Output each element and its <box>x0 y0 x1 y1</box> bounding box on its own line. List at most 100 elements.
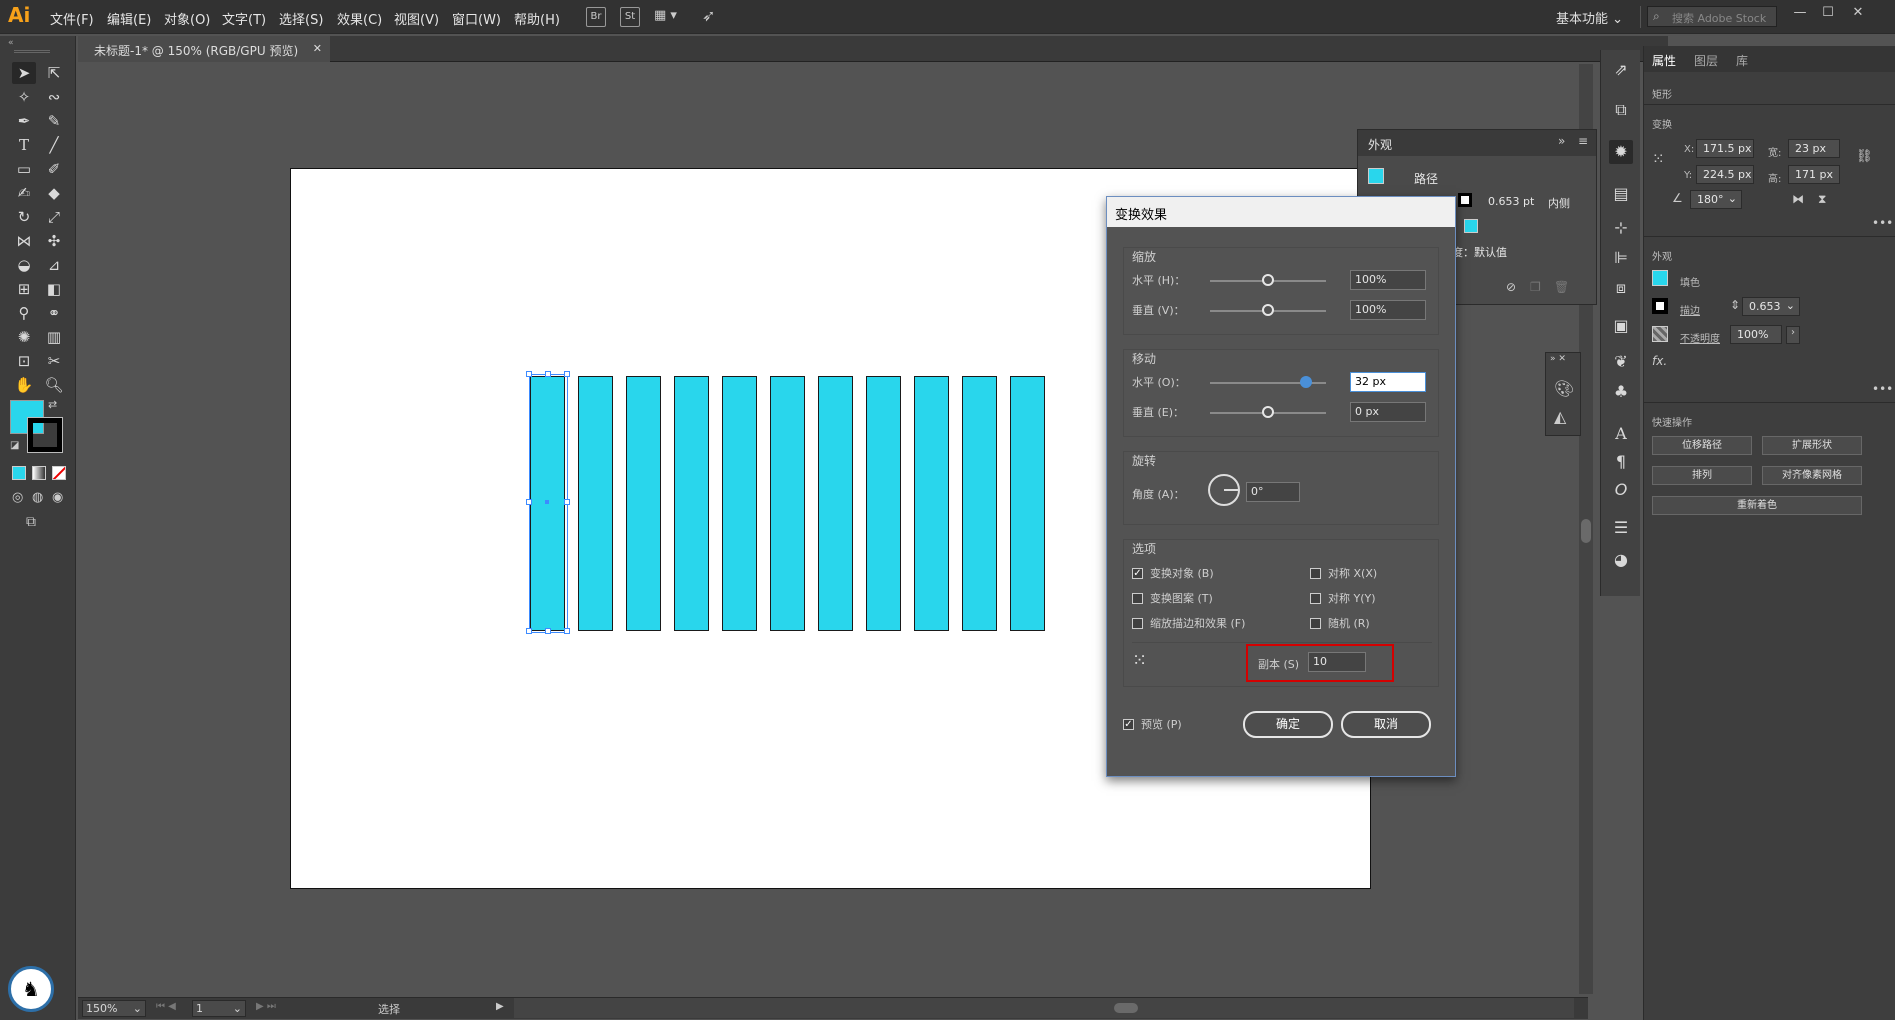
fill-swatch[interactable] <box>1464 219 1478 233</box>
scale-h-field[interactable]: 100% <box>1350 270 1426 290</box>
tab-properties[interactable]: 属性 <box>1652 52 1676 69</box>
angle-dial[interactable] <box>1208 474 1240 506</box>
expand-shape-button[interactable]: 扩展形状 <box>1762 436 1862 455</box>
tab-libraries[interactable]: 库 <box>1736 52 1748 69</box>
cyan-bar[interactable] <box>818 376 853 631</box>
menu-help[interactable]: 帮助(H) <box>514 9 560 28</box>
symbols-icon[interactable]: ♣ <box>1609 380 1633 404</box>
tab-layers[interactable]: 图层 <box>1694 52 1718 69</box>
rectangle-tool-icon[interactable]: ▭ <box>12 158 36 180</box>
slice-tool-icon[interactable]: ✂ <box>42 350 66 372</box>
y-field[interactable]: 224.5 px <box>1696 165 1754 184</box>
appearance-icon[interactable]: ✹ <box>1609 140 1633 164</box>
duplicate-item-icon[interactable]: ❐ <box>1530 280 1541 294</box>
selection-tool-icon[interactable]: ➤ <box>12 62 36 84</box>
lasso-tool-icon[interactable]: ∾ <box>42 86 66 108</box>
preview-checkbox[interactable]: ✓ <box>1123 719 1134 730</box>
menu-effect[interactable]: 效果(C) <box>337 9 382 28</box>
selection-handle[interactable] <box>564 628 570 634</box>
paintbrush-tool-icon[interactable]: ✐ <box>42 158 66 180</box>
screen-mode-icon[interactable]: ⧉ <box>26 514 36 530</box>
perspective-grid-tool-icon[interactable]: ⊿ <box>42 254 66 276</box>
draw-behind-icon[interactable]: ◍ <box>32 490 43 505</box>
width-field[interactable]: 23 px <box>1788 139 1840 158</box>
cyan-bar[interactable] <box>866 376 901 631</box>
panel-grip[interactable] <box>14 50 50 53</box>
selection-handle[interactable] <box>545 371 551 377</box>
copies-field[interactable]: 10 <box>1308 652 1366 672</box>
zoom-tool-icon[interactable]: 🔍︎ <box>42 374 66 396</box>
menu-view[interactable]: 视图(V) <box>394 9 439 28</box>
scale-v-field[interactable]: 100% <box>1350 300 1426 320</box>
move-h-slider-knob[interactable] <box>1300 376 1313 388</box>
ok-button[interactable]: 确定 <box>1243 711 1333 738</box>
cyan-bar[interactable] <box>578 376 613 631</box>
selection-handle[interactable] <box>564 371 570 377</box>
move-v-slider-knob[interactable] <box>1262 406 1274 418</box>
document-tab[interactable]: 未标题-1* @ 150% (RGB/GPU 预览) ✕ <box>78 36 330 62</box>
gpu-performance-icon[interactable]: ➶ <box>702 6 724 28</box>
collapse-icon[interactable]: » <box>1558 134 1565 148</box>
menu-edit[interactable]: 编辑(E) <box>107 9 151 28</box>
brushes-icon[interactable]: ❦ <box>1609 350 1633 374</box>
panel-menu-icon[interactable]: ≡ <box>1578 134 1588 148</box>
selection-handle[interactable] <box>526 499 532 505</box>
arrange-documents-icon[interactable]: ▦ ▾ <box>654 8 684 26</box>
mesh-tool-icon[interactable]: ⊞ <box>12 278 36 300</box>
layers-icon[interactable]: ☰ <box>1609 516 1633 540</box>
vertical-scroll-thumb[interactable] <box>1581 519 1591 543</box>
selection-handle[interactable] <box>526 628 532 634</box>
gradient-tool-icon[interactable]: ◧ <box>42 278 66 300</box>
delete-item-icon[interactable]: 🗑︎ <box>1554 280 1569 294</box>
puppet-warp-tool-icon[interactable]: ✣ <box>42 230 66 252</box>
link-icon[interactable]: ⛓︎ <box>1856 149 1873 164</box>
width-tool-icon[interactable]: ⋈ <box>12 230 36 252</box>
shaper-tool-icon[interactable]: ✍ <box>12 182 36 204</box>
opacity-arrow-icon[interactable]: › <box>1786 326 1800 344</box>
status-menu-icon[interactable]: ▶ <box>496 1001 504 1012</box>
selection-handle[interactable] <box>545 628 551 634</box>
pen-tool-icon[interactable]: ✒ <box>12 110 36 132</box>
collapse-icon[interactable]: » ✕ <box>1550 354 1566 364</box>
image-trace-icon[interactable]: ▤ <box>1609 182 1633 206</box>
more-options-icon[interactable]: ••• <box>1872 382 1893 396</box>
close-icon[interactable]: ✕ <box>1846 5 1870 25</box>
none-mode-icon[interactable] <box>52 466 66 480</box>
pathfinder-icon[interactable]: ⧈ <box>1609 276 1633 300</box>
transform-patterns-checkbox[interactable] <box>1132 593 1143 604</box>
artboard-number-select[interactable]: 1 ⌄ <box>192 1000 246 1017</box>
rotate-field[interactable]: 180° ⌄ <box>1690 190 1742 209</box>
horizontal-scrollbar[interactable] <box>514 998 1574 1018</box>
stepper-icon[interactable]: ⇕ <box>1730 298 1740 312</box>
hand-tool-icon[interactable]: ✋ <box>12 374 36 396</box>
cancel-button[interactable]: 取消 <box>1341 711 1431 738</box>
minimize-icon[interactable]: — <box>1788 5 1812 25</box>
stroke-swatch[interactable] <box>1652 298 1668 314</box>
workspace-switcher[interactable]: 基本功能 ⌄ <box>1556 8 1623 27</box>
angle-field[interactable]: 0° <box>1246 482 1300 502</box>
swatch-library-icon[interactable]: ◭ <box>1554 407 1566 426</box>
swap-colors-icon[interactable]: ⇄ <box>48 398 57 411</box>
reflect-x-checkbox[interactable] <box>1310 568 1321 579</box>
stroke-swatch[interactable] <box>27 417 63 453</box>
cyan-bar[interactable] <box>962 376 997 631</box>
offset-path-button[interactable]: 位移路径 <box>1652 436 1752 455</box>
scale-v-slider-knob[interactable] <box>1262 304 1274 316</box>
last-artboard-icon[interactable]: ▶ ⏭ <box>256 1001 276 1012</box>
draw-inside-icon[interactable]: ◉ <box>52 490 63 505</box>
clear-appearance-icon[interactable]: ⊘ <box>1506 280 1516 294</box>
magic-wand-tool-icon[interactable]: ✧ <box>12 86 36 108</box>
move-v-field[interactable]: 0 px <box>1350 402 1426 422</box>
cyan-bar[interactable] <box>1010 376 1045 631</box>
scale-h-slider-knob[interactable] <box>1262 274 1274 286</box>
transform-objects-checkbox[interactable]: ✓ <box>1132 568 1143 579</box>
cyan-bar[interactable] <box>626 376 661 631</box>
default-colors-icon[interactable]: ◪ <box>10 440 19 451</box>
close-tab-icon[interactable]: ✕ <box>313 42 322 55</box>
menu-object[interactable]: 对象(O) <box>164 9 210 28</box>
cyan-bar[interactable] <box>770 376 805 631</box>
opacity-icon[interactable] <box>1652 326 1668 342</box>
move-h-field[interactable]: 32 px <box>1350 372 1426 392</box>
eraser-tool-icon[interactable]: ◆ <box>42 182 66 204</box>
zoom-select[interactable]: 150% ⌄ <box>82 1000 146 1017</box>
